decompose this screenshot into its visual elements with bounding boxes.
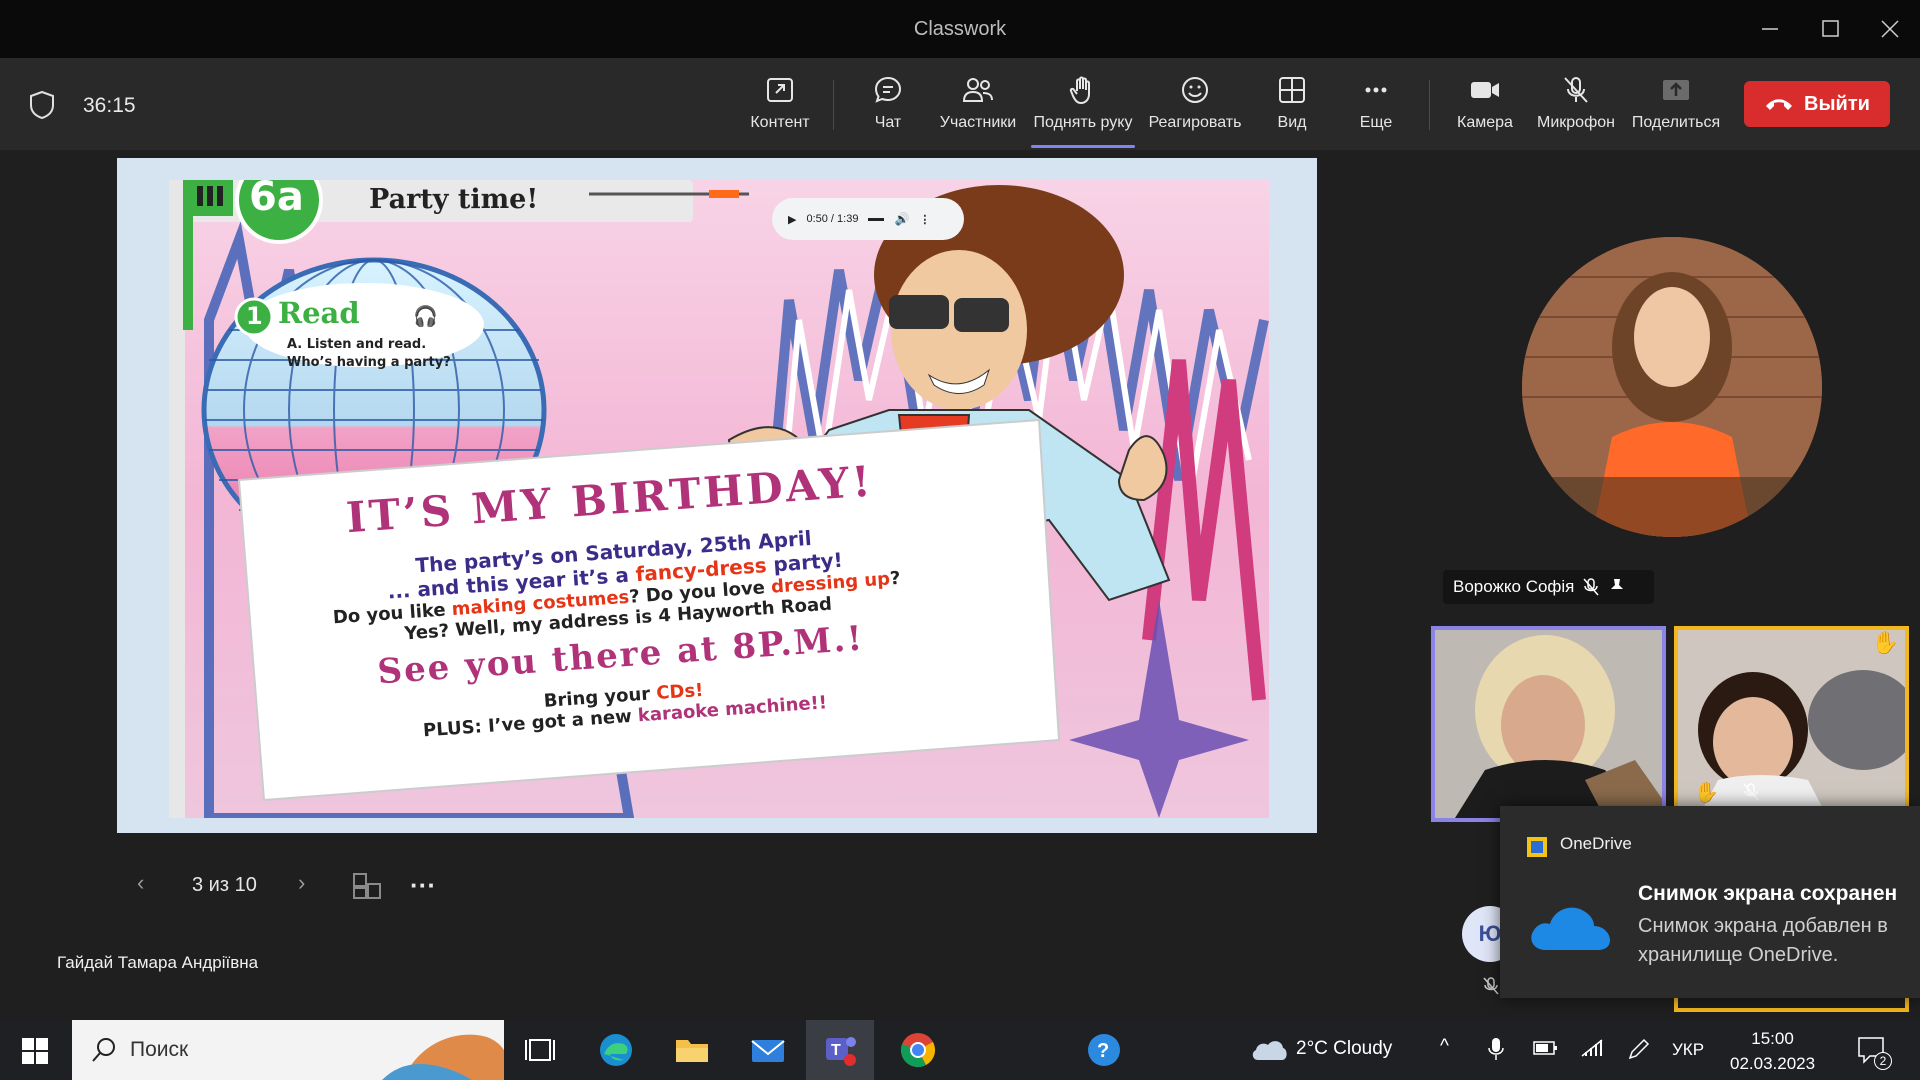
slide-heading: Party time!	[369, 184, 539, 215]
raise-hand-button[interactable]: Поднять руку	[1031, 74, 1135, 148]
headphones-icon: 🎧	[413, 306, 438, 328]
svg-text:T: T	[831, 1042, 841, 1059]
search-highlight-image	[382, 1034, 504, 1080]
react-button[interactable]: Реагировать	[1146, 74, 1244, 144]
chat-icon	[874, 76, 902, 103]
window-title: Classwork	[913, 18, 1007, 40]
presentation-slide: 6a Party time! ▶ 0:50 / 1:39 🔊 ⋮ 1 Read …	[169, 180, 1269, 818]
minimize-icon[interactable]	[1755, 14, 1785, 44]
teams-taskbar-item[interactable]: T	[806, 1020, 874, 1080]
pen-icon[interactable]	[1626, 1036, 1650, 1062]
windows-taskbar: Поиск T ? 2°C Cloudy ^ УКР 15:00 02.03.2…	[0, 1020, 1920, 1080]
featured-participant-label: Ворожко Софія	[1443, 570, 1654, 604]
help-icon[interactable]: ?	[1084, 1030, 1124, 1070]
task-text: A. Listen and read. Who’s having a party…	[287, 337, 451, 370]
more-button[interactable]: Еще	[1346, 74, 1406, 144]
smile-icon	[1182, 77, 1208, 103]
play-icon[interactable]: ▶	[788, 213, 796, 226]
people-icon	[962, 78, 993, 102]
clock-date: 02.03.2023	[1730, 1054, 1816, 1073]
audio-menu-icon[interactable]: ⋮	[919, 213, 930, 226]
onedrive-notification[interactable]: OneDrive Снимок экрана сохранен Снимок э…	[1500, 806, 1920, 998]
task-label: Read	[278, 296, 360, 330]
pin-icon	[1611, 579, 1624, 595]
grid-view-icon	[1279, 77, 1305, 103]
audio-time: 0:50 / 1:39	[806, 213, 859, 225]
weather-cloud-icon[interactable]	[1250, 1036, 1288, 1062]
share-tray-icon	[1663, 80, 1689, 100]
search-placeholder: Поиск	[130, 1038, 189, 1061]
mic-off-icon	[1483, 977, 1499, 995]
shared-content-stage: 6a Party time! ▶ 0:50 / 1:39 🔊 ⋮ 1 Read …	[117, 158, 1317, 833]
cloud-icon	[1531, 907, 1610, 950]
volume-icon[interactable]: 🔊	[894, 212, 909, 226]
onedrive-app-icon	[1527, 837, 1547, 857]
search-icon	[92, 1038, 115, 1062]
notification-app-name: OneDrive	[1560, 834, 1632, 853]
hand-icon	[1069, 76, 1090, 105]
wifi-icon[interactable]	[1580, 1038, 1604, 1060]
mic-button[interactable]: Микрофон	[1533, 74, 1619, 144]
next-slide-icon[interactable]: ›	[298, 870, 305, 896]
notification-count-badge: 2	[1874, 1052, 1892, 1070]
phone-hangup-icon	[1766, 99, 1793, 110]
toolbar-divider	[1429, 80, 1430, 130]
task-number: 1	[246, 302, 263, 330]
taskbar-search[interactable]: Поиск	[72, 1020, 504, 1080]
meeting-timer: 36:15	[83, 94, 136, 117]
shield-icon	[28, 90, 56, 125]
svg-text:?: ?	[1097, 1040, 1109, 1062]
clock[interactable]: 15:00 02.03.2023	[1730, 1026, 1815, 1076]
task-view-icon[interactable]	[520, 1030, 560, 1070]
input-language[interactable]: УКР	[1672, 1040, 1704, 1060]
prev-slide-icon[interactable]: ‹	[137, 870, 144, 896]
mic-off-icon	[1743, 783, 1759, 801]
share-content-icon	[767, 78, 793, 102]
participant-name: Ворожко Софія	[1453, 577, 1575, 596]
teams-icon: T	[826, 1037, 856, 1066]
clock-time: 15:00	[1751, 1029, 1794, 1048]
more-dots-icon	[1365, 87, 1387, 93]
view-button[interactable]: Вид	[1262, 74, 1322, 144]
content-button[interactable]: Контент	[740, 74, 820, 144]
mail-icon[interactable]	[748, 1030, 788, 1070]
windows-start-icon[interactable]	[22, 1038, 48, 1064]
title-bar: Classwork	[0, 0, 1920, 58]
notification-body: Снимок экрана добавлен в хранилище OneDr…	[1638, 915, 1888, 966]
battery-icon[interactable]	[1532, 1038, 1558, 1060]
slide-grid-icon[interactable]	[352, 872, 382, 905]
mic-off-icon	[1583, 578, 1599, 596]
slide-more-icon[interactable]: ···	[410, 870, 436, 901]
camera-icon	[1471, 82, 1499, 98]
audio-player[interactable]: ▶ 0:50 / 1:39 🔊 ⋮	[772, 198, 964, 240]
chrome-icon[interactable]	[898, 1030, 938, 1070]
audio-progress[interactable]	[868, 217, 885, 221]
mic-off-icon	[1564, 77, 1588, 103]
edge-icon[interactable]	[596, 1030, 636, 1070]
chevron-up-icon[interactable]: ^	[1440, 1036, 1449, 1058]
chat-button[interactable]: Чат	[848, 74, 928, 144]
raised-hand-icon: ✋	[1871, 630, 1899, 655]
presenter-name: Гайдай Тамара Андріївна	[57, 953, 259, 972]
participants-button[interactable]: Участники	[935, 74, 1021, 144]
poster-text: IT’S MY BIRTHDAY! The party’s on Saturda…	[249, 450, 985, 753]
maximize-icon[interactable]	[1815, 14, 1845, 44]
raised-hand-icon: ✋	[1694, 782, 1719, 804]
camera-button[interactable]: Камера	[1450, 74, 1520, 144]
participant-tile[interactable]	[1431, 626, 1666, 822]
featured-participant-video[interactable]	[1522, 237, 1822, 537]
share-button[interactable]: Поделиться	[1630, 74, 1722, 144]
slide-counter: 3 из 10	[192, 874, 257, 896]
notification-title: Снимок экрана сохранен	[1638, 882, 1898, 905]
meeting-toolbar: 36:15 Контент Чат Участники Поднять руку…	[0, 58, 1920, 150]
unit-badge: 6a	[249, 180, 304, 220]
toolbar-divider	[833, 80, 834, 130]
close-icon[interactable]	[1875, 14, 1905, 44]
microphone-tray-icon[interactable]	[1488, 1036, 1504, 1062]
weather-text[interactable]: 2°C Cloudy	[1296, 1038, 1392, 1060]
leave-button[interactable]: Выйти	[1744, 81, 1890, 127]
file-explorer-icon[interactable]	[672, 1030, 712, 1070]
